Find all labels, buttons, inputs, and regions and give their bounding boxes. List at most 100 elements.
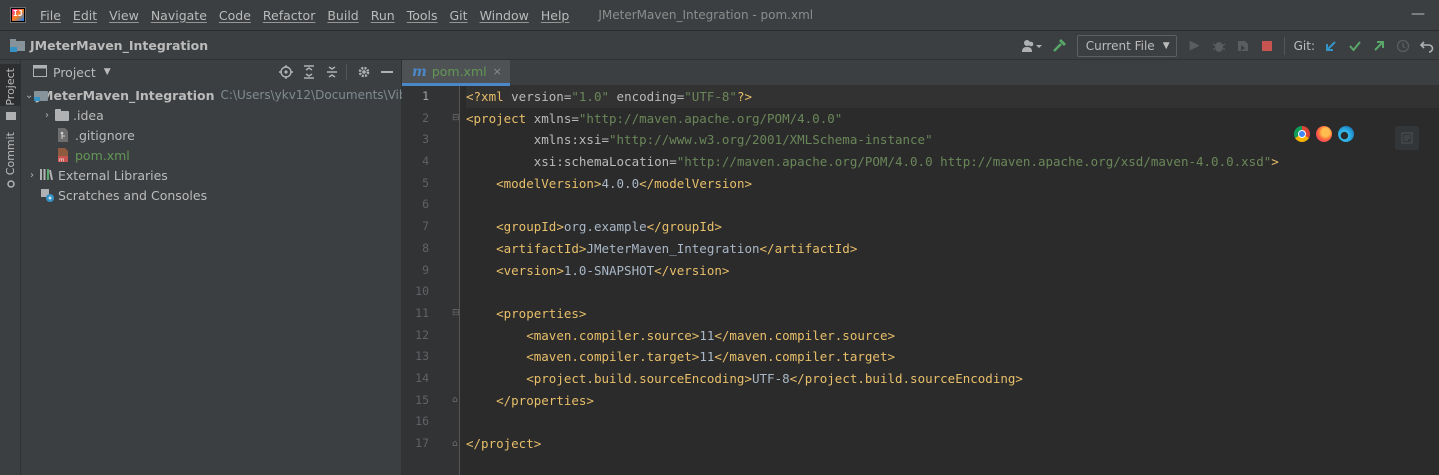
reader-mode-icon[interactable]	[1395, 126, 1419, 150]
chrome-icon[interactable]	[1294, 126, 1310, 142]
menu-tools[interactable]: Tools	[407, 8, 438, 23]
run-configuration-label: Current File	[1085, 38, 1155, 53]
fold-marker-icon[interactable]: ⊟	[452, 113, 461, 123]
folder-icon	[5, 109, 16, 123]
user-dropdown-icon[interactable]	[1019, 36, 1045, 56]
tree-idea-label: .idea	[73, 107, 104, 123]
tree-row-scratches[interactable]: Scratches and Consoles	[21, 185, 402, 205]
firefox-icon[interactable]	[1316, 126, 1332, 142]
expand-all-icon[interactable]	[299, 62, 319, 82]
breadcrumb-project[interactable]: JMeterMaven_Integration	[30, 38, 208, 53]
code-line-4: xsi:schemaLocation="http://maven.apache.…	[533, 154, 1279, 170]
git-commit-icon[interactable]	[1345, 36, 1365, 56]
tree-row-external-libraries[interactable]: › External Libraries	[21, 165, 402, 185]
tree-scratches-label: Scratches and Consoles	[58, 187, 208, 203]
git-push-icon[interactable]	[1369, 36, 1389, 56]
tree-external-libraries-label: External Libraries	[58, 167, 168, 183]
code-line-1: <?xml version="1.0" encoding="UTF-8"?>	[466, 86, 1439, 108]
line-number: 12	[415, 327, 429, 342]
project-tree: ⌄ JMeterMaven_Integration C:\Users\ykv12…	[21, 85, 440, 205]
menu-edit[interactable]: Edit	[73, 8, 97, 23]
gear-icon[interactable]	[354, 62, 374, 82]
tree-row-root[interactable]: ⌄ JMeterMaven_Integration C:\Users\ykv12…	[21, 85, 440, 105]
line-number: 7	[422, 219, 429, 234]
git-update-icon[interactable]	[1321, 36, 1341, 56]
intellij-logo-icon: IJ	[10, 7, 26, 23]
chevron-down-icon: ▼	[1162, 40, 1170, 51]
menu-view[interactable]: View	[109, 8, 139, 23]
line-number: 10	[415, 284, 429, 299]
tree-row-pom[interactable]: m pom.xml	[21, 145, 402, 165]
project-view-selector[interactable]: Project	[53, 65, 96, 80]
minimize-button[interactable]: —	[1411, 6, 1425, 22]
line-number: 9	[422, 262, 429, 277]
code-line-7: <groupId>org.example</groupId>	[496, 219, 722, 235]
maven-icon: m	[412, 63, 427, 80]
code-line-13: <maven.compiler.target>11</maven.compile…	[526, 349, 895, 365]
menu-code[interactable]: Code	[219, 8, 251, 23]
stripe-project-button[interactable]: Project	[0, 64, 21, 120]
commit-icon	[6, 178, 16, 192]
tree-row-idea[interactable]: › .idea	[21, 105, 402, 125]
line-number: 14	[415, 370, 429, 385]
rollback-icon[interactable]	[1417, 36, 1437, 56]
editor-gutter: 1 2 3 4 5 6 7 8 9 10 11 12 13 14 15 16 1…	[402, 86, 460, 475]
close-icon[interactable]: ×	[493, 65, 502, 78]
scratches-icon	[39, 187, 55, 203]
toolbar-right: Current File ▼ ▶ Git:	[1017, 31, 1439, 60]
menu-git[interactable]: Git	[450, 8, 468, 23]
line-number: 17	[415, 436, 429, 450]
project-folder-icon	[10, 39, 26, 52]
stop-icon[interactable]	[1257, 36, 1277, 56]
fold-marker-icon[interactable]: ⊟	[452, 308, 461, 318]
tree-root-label: JMeterMaven_Integration	[36, 87, 215, 103]
run-icon[interactable]: ▶	[1185, 36, 1205, 56]
editor-tabs: m pom.xml ×	[402, 60, 1439, 86]
browser-preview-bar	[1294, 126, 1354, 142]
svg-text:m: m	[59, 158, 64, 164]
build-hammer-icon[interactable]	[1049, 36, 1069, 56]
menu-window[interactable]: Window	[480, 8, 529, 23]
line-number: 6	[422, 197, 429, 212]
logo-text: IJ	[13, 9, 23, 18]
stripe-commit-label: Commit	[4, 132, 17, 176]
navigation-bar: JMeterMaven_Integration Current File ▼ ▶…	[0, 30, 1439, 60]
tab-label: pom.xml	[431, 64, 487, 79]
libraries-icon	[39, 167, 55, 183]
code-line-17: </project>	[466, 436, 542, 451]
tree-row-gitignore[interactable]: .gitignore	[21, 125, 402, 145]
collapse-all-icon[interactable]	[322, 62, 342, 82]
menu-navigate[interactable]: Navigate	[151, 8, 207, 23]
menu-build[interactable]: Build	[327, 8, 358, 23]
chevron-down-icon[interactable]: ▼	[104, 67, 111, 77]
hide-panel-icon[interactable]	[377, 62, 397, 82]
project-view-icon	[33, 64, 47, 80]
locate-file-icon[interactable]	[276, 62, 296, 82]
project-panel-header: Project ▼	[21, 60, 401, 84]
edge-icon[interactable]	[1338, 126, 1354, 142]
toolbar-separator	[1283, 36, 1285, 55]
stripe-commit-button[interactable]: Commit	[0, 132, 21, 192]
debug-icon[interactable]	[1209, 36, 1229, 56]
line-number: 5	[422, 175, 429, 190]
fold-marker-icon[interactable]: ⌂	[452, 439, 461, 449]
code-editor[interactable]: 1 2 3 4 5 6 7 8 9 10 11 12 13 14 15 16 1…	[402, 86, 1439, 475]
menu-refactor[interactable]: Refactor	[263, 8, 315, 23]
stripe-project-label: Project	[4, 68, 17, 106]
tab-pom-xml[interactable]: m pom.xml ×	[402, 60, 510, 86]
chevron-right-icon[interactable]: ›	[40, 110, 54, 121]
run-configuration-select[interactable]: Current File ▼	[1076, 34, 1177, 57]
code-line-5: <modelVersion>4.0.0</modelVersion>	[496, 175, 752, 191]
fold-marker-icon[interactable]: ⌂	[452, 395, 461, 405]
chevron-right-icon[interactable]: ›	[25, 170, 39, 181]
menu-help[interactable]: Help	[541, 8, 570, 23]
coverage-icon[interactable]	[1233, 36, 1253, 56]
history-clock-icon[interactable]	[1393, 36, 1413, 56]
chevron-down-icon[interactable]: ⌄	[25, 90, 33, 101]
menu-run[interactable]: Run	[371, 8, 395, 23]
line-number: 13	[415, 349, 429, 364]
menu-file[interactable]: File	[40, 8, 61, 23]
